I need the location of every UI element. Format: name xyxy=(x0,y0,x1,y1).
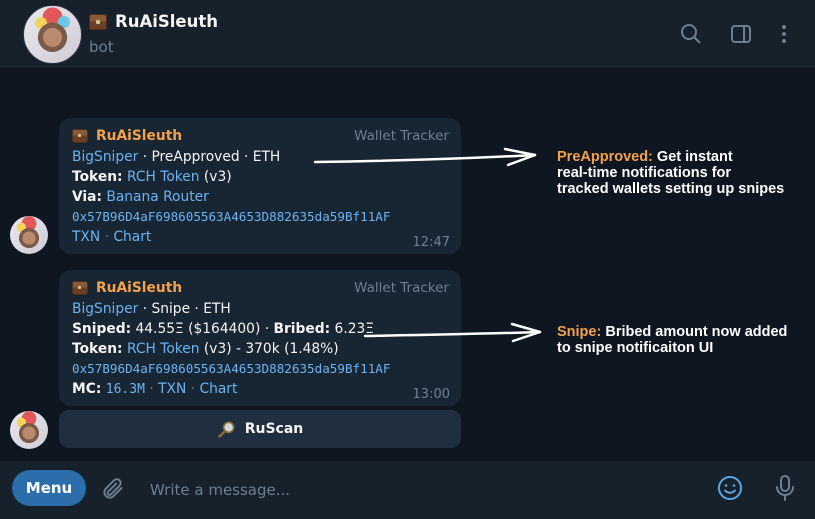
contract-address[interactable]: 0x57B96D4aF698605563A4653D882635da59Bf11… xyxy=(72,359,390,379)
message-line-wallet: BigSniper · Snipe · ETH xyxy=(72,301,231,317)
message-time: 12:47 xyxy=(412,235,450,250)
message-bubble: RuAiSleuth Wallet Tracker BigSniper · Pr… xyxy=(59,118,461,254)
ruscan-button[interactable]: RuScan xyxy=(59,410,461,448)
message-line-links: MC: 16.3M · TXN · Chart xyxy=(72,381,238,397)
magnifier-icon xyxy=(217,421,235,438)
chart-link[interactable]: Chart xyxy=(199,381,237,397)
message-line-wallet: BigSniper · PreApproved · ETH xyxy=(72,149,281,165)
sender-avatar[interactable] xyxy=(10,411,48,449)
message-time: 13:00 xyxy=(412,387,450,402)
chat-subtitle: bot xyxy=(89,38,114,56)
treasure-chest-icon xyxy=(72,281,88,295)
message-tag: Wallet Tracker xyxy=(354,280,449,296)
txn-link[interactable]: TXN xyxy=(158,381,186,397)
chat-title[interactable]: RuAiSleuth xyxy=(89,12,218,31)
message-input[interactable] xyxy=(148,477,692,503)
chart-link[interactable]: Chart xyxy=(113,229,151,245)
sender-avatar[interactable] xyxy=(10,216,48,254)
wallet-link[interactable]: BigSniper xyxy=(72,149,138,165)
token-link[interactable]: RCH Token xyxy=(127,169,200,185)
search-icon[interactable] xyxy=(679,22,703,46)
annotation-snipe: Snipe: Bribed amount now added to snipe … xyxy=(557,324,788,356)
message-sender[interactable]: RuAiSleuth xyxy=(72,278,182,298)
token-link[interactable]: RCH Token xyxy=(127,341,200,357)
annotation-arrow xyxy=(313,147,537,167)
message-composer: Menu xyxy=(0,460,815,519)
menu-button[interactable]: Menu xyxy=(12,470,86,506)
message-line-token: Token: RCH Token (v3) xyxy=(72,169,232,185)
treasure-chest-icon xyxy=(89,13,107,30)
txn-link[interactable]: TXN xyxy=(72,229,100,245)
contract-address[interactable]: 0x57B96D4aF698605563A4653D882635da59Bf11… xyxy=(72,207,390,227)
treasure-chest-icon xyxy=(72,129,88,143)
message-tag: Wallet Tracker xyxy=(354,128,449,144)
chat-title-text: RuAiSleuth xyxy=(115,12,218,31)
annotation-arrow xyxy=(363,322,542,343)
microphone-icon[interactable] xyxy=(771,473,799,503)
wallet-link[interactable]: BigSniper xyxy=(72,301,138,317)
paperclip-icon[interactable] xyxy=(100,476,126,502)
router-link[interactable]: Banana Router xyxy=(106,189,208,205)
ruscan-button-label: RuScan xyxy=(244,421,304,437)
message-sender[interactable]: RuAiSleuth xyxy=(72,126,182,146)
annotation-preapproved: PreApproved: Get instant real-time notif… xyxy=(557,149,785,197)
message-line-sniped: Sniped: 44.55Ξ ($164400) · Bribed: 6.23Ξ xyxy=(72,321,374,337)
market-cap-value: 16.3M xyxy=(105,382,145,397)
bot-avatar[interactable] xyxy=(23,5,82,64)
sidebar-panel-icon[interactable] xyxy=(729,22,753,46)
more-vertical-icon[interactable] xyxy=(772,22,796,46)
message-line-links: TXN · Chart xyxy=(72,229,152,245)
message-line-via: Via: Banana Router xyxy=(72,189,209,205)
message-line-token: Token: RCH Token (v3) - 370k (1.48%) xyxy=(72,341,339,357)
emoji-icon[interactable] xyxy=(716,474,744,502)
chat-header: RuAiSleuth bot xyxy=(0,0,815,69)
